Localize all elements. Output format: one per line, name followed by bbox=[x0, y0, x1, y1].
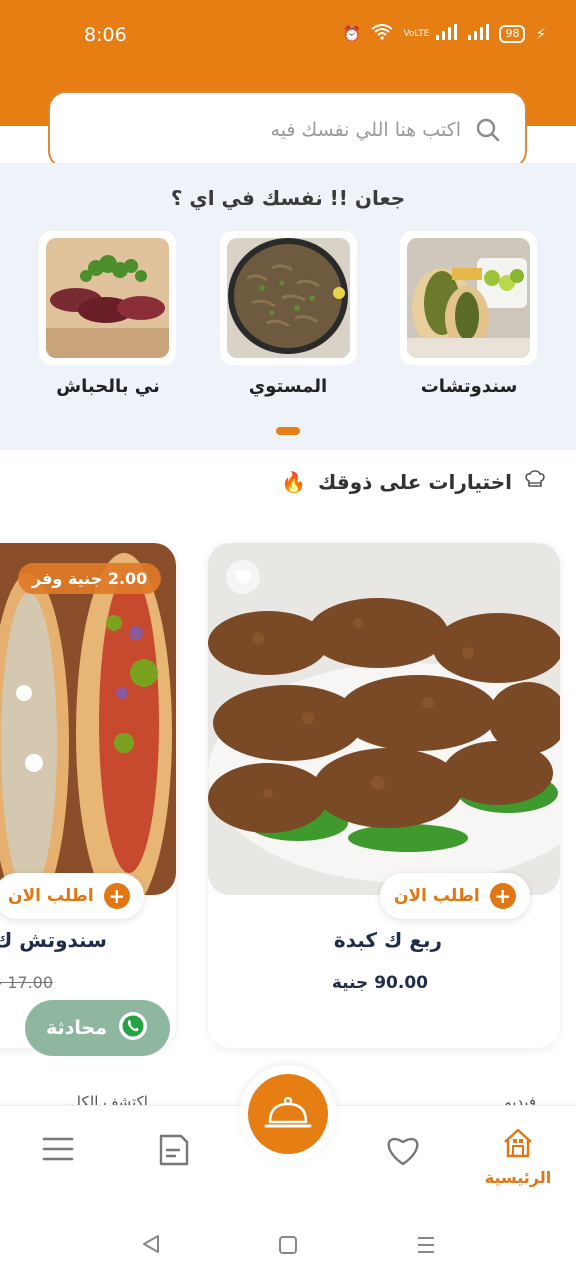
sandwich-photo bbox=[407, 238, 530, 358]
heart-icon bbox=[234, 569, 252, 585]
order-now-button-liver[interactable]: + اطلب الان bbox=[380, 873, 530, 919]
chat-label: محادثة bbox=[46, 1017, 107, 1039]
signal-icon-2 bbox=[467, 24, 490, 44]
product-price-liver: 90.00 جنية bbox=[331, 973, 428, 993]
volte-badge: VoLTE bbox=[403, 29, 430, 39]
product-old-price-sandwich: 17.00 جنية bbox=[0, 973, 54, 992]
nav-favorites[interactable] bbox=[363, 1130, 443, 1168]
home-icon bbox=[504, 1128, 532, 1158]
status-icons: ⏰ VoLTE 98 ⚡ bbox=[343, 24, 546, 44]
picks-heading: اختيارات على ذوقك 🔥 bbox=[281, 468, 546, 495]
order-now-label: اطلب الان bbox=[8, 886, 94, 906]
product-photo-liver bbox=[208, 543, 560, 895]
category-card-cooked[interactable] bbox=[220, 231, 357, 365]
signal-icon bbox=[435, 24, 458, 44]
product-card-liver[interactable]: + اطلب الان ربع ك كبدة 90.00 جنية bbox=[208, 543, 560, 1048]
alarm-icon: ⏰ bbox=[342, 25, 362, 43]
product-name-liver: ربع ك كبدة bbox=[333, 928, 442, 952]
product-name-sandwich: سندوتش ك bbox=[0, 928, 107, 952]
charging-icon: ⚡ bbox=[535, 25, 546, 43]
hamburger-icon bbox=[42, 1137, 74, 1161]
back-icon[interactable] bbox=[140, 1233, 162, 1259]
product-card-sandwich[interactable]: 2.00 جنية وفر + اطلب الان سندوتش ك 17.00… bbox=[0, 543, 176, 1048]
nav-menu[interactable] bbox=[18, 1134, 98, 1164]
search-input[interactable]: اكتب هنا اللي نفسك فيه bbox=[271, 119, 461, 141]
product-photo-sandwich bbox=[0, 543, 176, 895]
cooked-meat-photo bbox=[227, 238, 350, 358]
plus-icon: + bbox=[489, 883, 516, 909]
favorite-button[interactable] bbox=[226, 560, 260, 594]
pager-dot-active[interactable] bbox=[276, 427, 300, 435]
nav-home-label: الرئيسية bbox=[484, 1168, 552, 1187]
search-icon bbox=[476, 118, 500, 142]
search-bar[interactable]: اكتب هنا اللي نفسك فيه bbox=[48, 91, 527, 169]
document-icon bbox=[159, 1134, 189, 1166]
cart-fab[interactable] bbox=[248, 1074, 328, 1154]
raw-liver-photo bbox=[46, 238, 169, 358]
whatsapp-icon bbox=[117, 1010, 149, 1047]
category-card-raw-liver[interactable] bbox=[39, 231, 176, 365]
battery-icon: 98 bbox=[499, 25, 526, 43]
categories-title: جعان !! نفسك في اي ؟ bbox=[170, 186, 406, 210]
status-time: 8:06 bbox=[84, 24, 127, 46]
home-system-icon[interactable] bbox=[277, 1234, 299, 1260]
save-badge: 2.00 جنية وفر bbox=[18, 563, 162, 594]
category-card-sandwiches[interactable] bbox=[400, 231, 537, 365]
order-now-button-sandwich[interactable]: + اطلب الان bbox=[0, 873, 144, 919]
category-label-sandwiches: سندوتشات bbox=[420, 376, 518, 397]
fire-icon: 🔥 bbox=[281, 469, 307, 494]
food-cloche-icon bbox=[264, 1096, 312, 1128]
nav-orders[interactable] bbox=[133, 1130, 213, 1170]
wifi-icon bbox=[371, 24, 394, 44]
recents-icon[interactable] bbox=[415, 1234, 437, 1260]
category-label-cooked: المستوي bbox=[248, 376, 328, 397]
category-label-raw-liver: ني بالحباش bbox=[56, 376, 160, 397]
plus-icon: + bbox=[103, 883, 130, 909]
picks-title: اختيارات على ذوقك bbox=[318, 469, 512, 494]
nav-home[interactable]: الرئيسية bbox=[478, 1126, 558, 1187]
heart-icon bbox=[387, 1138, 419, 1166]
chat-button[interactable]: محادثة bbox=[25, 1000, 170, 1056]
order-now-label: اطلب الان bbox=[394, 886, 480, 906]
chef-hat-icon bbox=[524, 468, 546, 495]
